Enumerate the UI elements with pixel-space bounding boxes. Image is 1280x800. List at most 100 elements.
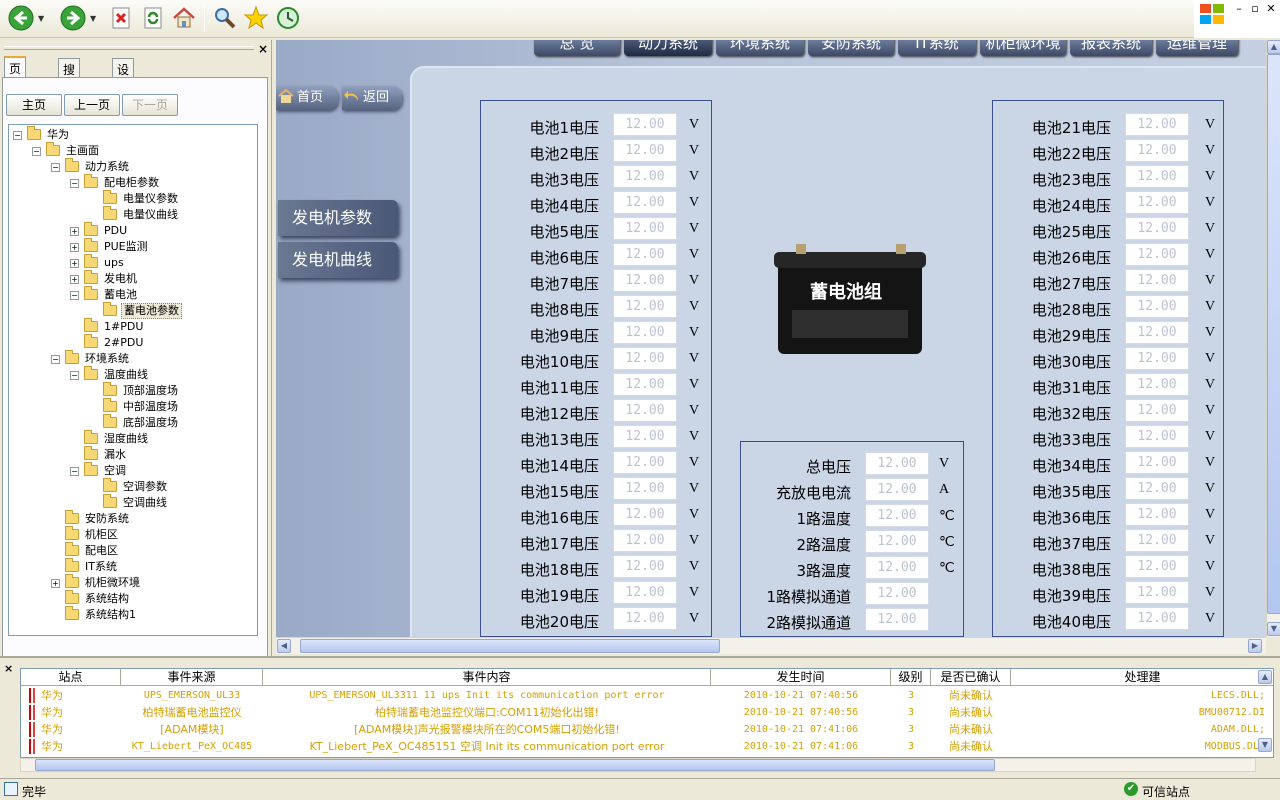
reading-value: 12.00 <box>613 607 677 630</box>
collapse-icon[interactable]: − <box>13 131 22 140</box>
forward-dropdown-icon[interactable]: ▼ <box>90 14 96 23</box>
collapse-icon[interactable]: − <box>70 291 79 300</box>
column-header[interactable]: 发生时间 <box>711 669 891 686</box>
reading-unit: V <box>1205 585 1216 600</box>
event-cell-ack: 尚未确认 <box>949 740 993 753</box>
minimize-button[interactable]: – <box>1232 2 1246 16</box>
event-scroll-down-icon[interactable]: ▼ <box>1258 738 1272 752</box>
event-row[interactable]: 华为 KT_Liebert_PeX_OC485 KT_Liebert_PeX_OC4… <box>21 738 1273 755</box>
left-panel-close-icon[interactable]: × <box>258 42 268 56</box>
collapse-icon[interactable]: − <box>70 467 79 476</box>
reading-unit: V <box>1205 143 1216 158</box>
event-scroll-up-icon[interactable]: ▲ <box>1258 670 1272 684</box>
close-button[interactable]: ✕ <box>1264 2 1278 16</box>
scroll-left-icon[interactable]: ◀ <box>277 639 291 653</box>
reading-row: 电池38电压 12.00 V <box>993 555 1223 581</box>
column-header[interactable]: 事件内容 <box>263 669 711 686</box>
tab-nav-6[interactable]: 报表系统 <box>1070 40 1152 56</box>
reading-row: 电池30电压 12.00 V <box>993 347 1223 373</box>
reading-unit: V <box>689 533 700 548</box>
column-header[interactable]: 是否已确认 <box>931 669 1011 686</box>
expand-icon[interactable]: + <box>70 243 79 252</box>
column-header[interactable]: 处理建 <box>1011 669 1273 686</box>
reading-label: 电池32电压 <box>1031 405 1111 423</box>
scroll-down-icon[interactable]: ▼ <box>1267 622 1280 636</box>
reading-unit: V <box>1205 195 1216 210</box>
collapse-icon[interactable]: − <box>32 147 41 156</box>
favorites-icon[interactable] <box>243 5 269 31</box>
reading-row: 电池39电压 12.00 V <box>993 581 1223 607</box>
event-scroll-thumb[interactable] <box>35 759 995 771</box>
reading-value: 12.00 <box>1125 347 1189 370</box>
event-horizontal-scrollbar[interactable] <box>20 758 1256 772</box>
expand-icon[interactable]: + <box>70 259 79 268</box>
restore-button[interactable]: ▫ <box>1248 2 1262 16</box>
prev-page-button[interactable]: 上一页 <box>64 94 120 116</box>
expand-icon[interactable]: + <box>51 579 60 588</box>
scroll-right-icon[interactable]: ▶ <box>1248 639 1262 653</box>
event-panel-close-icon[interactable]: × <box>4 662 13 675</box>
main-vertical-scrollbar[interactable]: ▲ ▼ <box>1266 40 1280 637</box>
reading-row: 电池31电压 12.00 V <box>993 373 1223 399</box>
main-horizontal-scrollbar[interactable]: ◀ ▶ <box>276 637 1266 654</box>
column-header[interactable]: 事件来源 <box>121 669 263 686</box>
collapse-icon[interactable]: − <box>70 179 79 188</box>
event-row[interactable]: 华为 柏特瑞蓄电池监控仪 柏特瑞蓄电池监控仪端口:COM11初始化出错! 2010-1… <box>21 704 1273 721</box>
history-icon[interactable] <box>275 5 301 31</box>
tab-page-tree[interactable]: 页面树 <box>4 56 27 110</box>
tab-nav-0[interactable]: 总 览 <box>534 40 620 56</box>
generator-params-button[interactable]: 发电机参数 <box>278 200 398 236</box>
battery-group-right: 电池21电压 12.00 V 电池22电压 12.00 V 电池23电压 12.00 V 电池24… <box>992 100 1224 637</box>
home-page-button[interactable]: 主页 <box>6 94 62 116</box>
tree-node-label: 动力系统 <box>85 160 129 173</box>
reading-unit: V <box>1205 611 1216 626</box>
collapse-icon[interactable]: − <box>70 371 79 380</box>
summary-label: 2路温度 <box>796 536 851 554</box>
search-icon[interactable] <box>212 5 238 31</box>
summary-row: 1路模拟通道 12.00 <box>741 582 963 608</box>
back-icon[interactable] <box>8 5 34 31</box>
back-dropdown-icon[interactable]: ▼ <box>38 14 44 23</box>
tree-node-label: 系统结构 <box>85 592 129 605</box>
expand-icon[interactable]: + <box>70 275 79 284</box>
reading-unit: V <box>1205 403 1216 418</box>
tab-nav-2[interactable]: 环境系统 <box>716 40 804 56</box>
scroll-up-icon[interactable]: ▲ <box>1267 40 1280 54</box>
tree-node-label: 机柜微环境 <box>85 576 140 589</box>
tab-nav-7[interactable]: 运维管理 <box>1156 40 1238 56</box>
tree-node-label: 机柜区 <box>85 528 118 541</box>
collapse-icon[interactable]: − <box>51 163 60 172</box>
forward-icon[interactable] <box>60 5 86 31</box>
generator-curve-button[interactable]: 发电机曲线 <box>278 242 398 278</box>
tab-nav-5[interactable]: 机柜微环境 <box>980 40 1066 56</box>
tab-search[interactable]: 搜索 <box>58 58 81 94</box>
reading-label: 电池28电压 <box>1031 301 1111 319</box>
home-icon[interactable] <box>171 5 197 31</box>
reading-label: 电池2电压 <box>529 145 599 163</box>
event-row[interactable]: 华为 [ADAM模块] [ADAM模块]声光报警模块所在的COM5端口初始化错! 20… <box>21 721 1273 738</box>
stop-icon[interactable] <box>108 5 134 31</box>
tab-nav-4[interactable]: IT系统 <box>898 40 976 56</box>
horizontal-scroll-thumb[interactable] <box>300 639 720 653</box>
tree-node-label: 配电区 <box>85 544 118 557</box>
windows-logo-icon <box>1198 2 1226 26</box>
expand-icon[interactable]: + <box>70 227 79 236</box>
battery-image-label: 蓄电池组 <box>810 282 882 303</box>
event-row[interactable]: 华为 UPS_EMERSON_UL33 UPS_EMERSON_UL3311 11 … <box>21 687 1273 704</box>
refresh-icon[interactable] <box>140 5 166 31</box>
collapse-icon[interactable]: − <box>51 355 60 364</box>
panel-grip[interactable] <box>4 46 254 50</box>
tab-nav-3[interactable]: 安防系统 <box>808 40 894 56</box>
column-header[interactable]: 站点 <box>21 669 121 686</box>
vertical-scroll-thumb[interactable] <box>1267 54 1280 614</box>
home-nav-button[interactable]: 首页 <box>276 86 338 110</box>
reading-value: 12.00 <box>1125 217 1189 240</box>
column-header[interactable]: 级别 <box>891 669 931 686</box>
tab-device-tree[interactable]: 设备树 <box>112 58 135 111</box>
reading-unit: V <box>1205 325 1216 340</box>
summary-label: 1路温度 <box>796 510 851 528</box>
tab-nav-1[interactable]: 动力系统 <box>624 40 712 56</box>
status-text: 完毕 <box>22 785 47 799</box>
next-page-button[interactable]: 下一页 <box>122 94 178 116</box>
back-nav-button[interactable]: 返回 <box>342 86 402 110</box>
